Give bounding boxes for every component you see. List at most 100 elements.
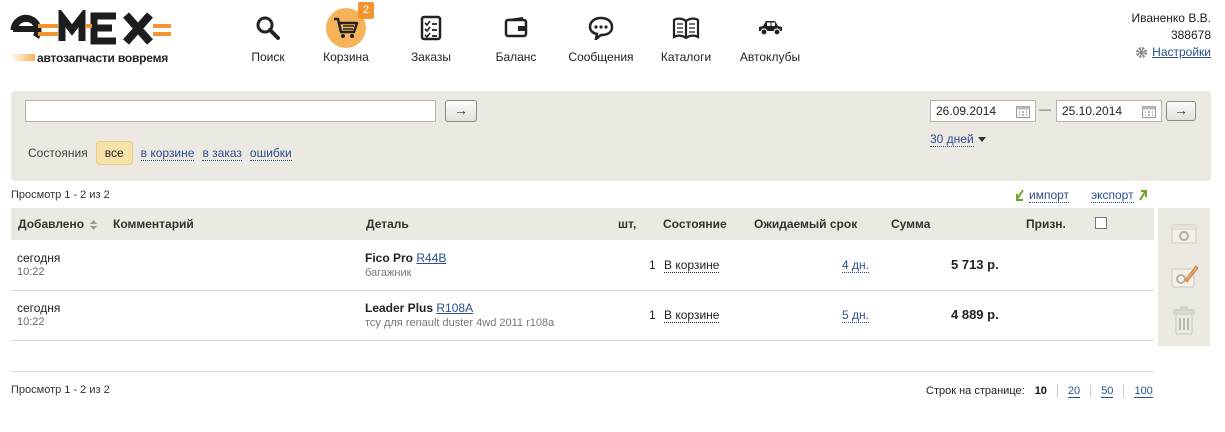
- message-icon: [581, 8, 621, 48]
- row-term[interactable]: 4 дн.: [842, 258, 869, 273]
- date-from-field[interactable]: 26.09.2014: [930, 100, 1036, 122]
- row-time: 10:22: [17, 316, 45, 328]
- page-size-selector: Строк на странице: 10 20 50 100: [926, 384, 1153, 398]
- row-description: багажник: [365, 267, 412, 279]
- col-state: Состояние: [663, 217, 727, 231]
- col-added[interactable]: Добавлено: [18, 217, 98, 231]
- row-state[interactable]: В корзине: [664, 258, 720, 273]
- col-qty: шт,: [618, 217, 637, 231]
- settings-link-label[interactable]: Настройки: [1152, 44, 1211, 61]
- nav-balance-label: Баланс: [495, 50, 537, 64]
- state-filter-errors[interactable]: ошибки: [249, 146, 292, 161]
- col-added-label: Добавлено: [18, 217, 85, 231]
- nav-cart-label: Корзина: [323, 50, 369, 64]
- period-dropdown[interactable]: 30 дней: [930, 132, 986, 147]
- user-id: 388678: [1170, 28, 1211, 42]
- footer-view-count: Просмотр 1 - 2 из 2: [11, 384, 110, 396]
- footer-divider: [11, 371, 1154, 372]
- nav-search[interactable]: Поиск: [228, 6, 308, 68]
- nav-balance[interactable]: Баланс: [476, 6, 556, 68]
- orders-icon: [411, 8, 451, 48]
- nav-orders-label: Заказы: [410, 50, 452, 64]
- nav-catalogs[interactable]: Каталоги: [646, 6, 726, 68]
- nav-autoclubs-label: Автоклубы: [739, 50, 801, 64]
- export-link-label[interactable]: экспорт: [1091, 188, 1134, 203]
- chevron-down-icon: [977, 137, 986, 142]
- nav-catalogs-label: Каталоги: [660, 50, 712, 64]
- row-term[interactable]: 5 дн.: [842, 308, 869, 323]
- import-arrow-icon: [1016, 190, 1024, 201]
- page-size-option[interactable]: 10: [1035, 385, 1047, 397]
- settings-link[interactable]: Настройки: [1135, 44, 1211, 61]
- col-comment: Комментарий: [113, 217, 194, 231]
- nav-orders[interactable]: Заказы: [391, 6, 471, 68]
- table-row[interactable]: сегодня 10:22 Leader Plus R108A тсу для …: [11, 291, 1154, 341]
- table-row[interactable]: сегодня 10:22 Fico Pro R44B багажник 1 В…: [11, 241, 1154, 291]
- page-size-option[interactable]: 20: [1067, 385, 1081, 398]
- row-state-label[interactable]: В корзине: [664, 308, 720, 323]
- book-icon: [666, 8, 706, 48]
- row-date: сегодня: [17, 251, 61, 265]
- nav-autoclubs[interactable]: Автоклубы: [730, 6, 810, 68]
- nav-messages-label: Сообщения: [568, 50, 634, 64]
- page-size-option[interactable]: 50: [1101, 385, 1114, 398]
- period-dropdown-label[interactable]: 30 дней: [930, 132, 974, 147]
- edit-comment-button[interactable]: [1167, 260, 1201, 294]
- row-sum: 4 889 р.: [951, 307, 999, 322]
- emex-logo-mark: [10, 6, 171, 45]
- select-all-checkbox[interactable]: [1095, 217, 1107, 229]
- row-time: 10:22: [17, 266, 45, 278]
- date-to-field[interactable]: 25.10.2014: [1056, 100, 1162, 122]
- row-state-label[interactable]: В корзине: [664, 258, 720, 273]
- row-part: Leader Plus R108A: [365, 301, 473, 315]
- add-to-order-button[interactable]: [1167, 216, 1201, 250]
- sort-icon: [90, 219, 98, 230]
- emex-cart-box-icon: [1171, 224, 1197, 244]
- divider: [1090, 384, 1092, 398]
- nav-messages[interactable]: Сообщения: [561, 6, 641, 68]
- row-term-link[interactable]: 5 дн.: [842, 308, 869, 323]
- page-size-option[interactable]: 100: [1134, 385, 1153, 398]
- calendar-icon[interactable]: [1142, 105, 1156, 118]
- table-header: Добавлено Комментарий Деталь шт, Состоян…: [11, 208, 1154, 240]
- date-from-value: 26.09.2014: [936, 104, 997, 118]
- car-icon: [750, 8, 790, 48]
- logo-tagline: автозапчасти вовремя: [37, 51, 169, 65]
- rows-per-page-label: Строк на странице:: [926, 385, 1025, 397]
- logo-stripe: [10, 54, 35, 61]
- calendar-icon[interactable]: [1016, 105, 1030, 118]
- search-input[interactable]: [25, 100, 436, 122]
- date-go-button[interactable]: →: [1166, 101, 1196, 121]
- emex-logo[interactable]: автозапчасти вовремя: [10, 6, 185, 66]
- export-link[interactable]: экспорт: [1091, 188, 1147, 203]
- row-state[interactable]: В корзине: [664, 308, 720, 323]
- row-description: тсу для renault duster 4wd 2011 r108a: [365, 317, 555, 329]
- view-count: Просмотр 1 - 2 из 2: [11, 189, 110, 201]
- row-sum: 5 713 р.: [951, 257, 999, 272]
- state-filter-all[interactable]: все: [95, 141, 133, 165]
- row-qty: 1: [649, 308, 656, 322]
- divider: [1123, 384, 1125, 398]
- col-sum: Сумма: [891, 217, 931, 231]
- delete-button[interactable]: [1167, 304, 1201, 338]
- wallet-icon: [496, 8, 536, 48]
- row-brand: Fico Pro: [365, 251, 414, 265]
- state-filter-to-order[interactable]: в заказ: [202, 146, 242, 161]
- search-go-button[interactable]: →: [445, 100, 477, 122]
- row-term-link[interactable]: 4 дн.: [842, 258, 869, 273]
- import-link[interactable]: импорт: [1016, 188, 1070, 203]
- user-panel: Иваненко В.В. 388678 Настройки: [1131, 10, 1211, 64]
- edit-note-icon: [1171, 265, 1199, 288]
- row-part-number-link[interactable]: R108A: [436, 301, 473, 315]
- nav-cart[interactable]: 2 Корзина: [306, 2, 386, 68]
- search-icon: [248, 8, 288, 48]
- export-arrow-icon: [1138, 190, 1147, 201]
- side-actions: [1158, 208, 1210, 346]
- state-filters: Состояния все в корзине в заказ ошибки: [28, 141, 292, 165]
- row-part: Fico Pro R44B: [365, 251, 446, 265]
- state-filter-in-cart[interactable]: в корзине: [140, 146, 195, 161]
- col-term: Ожидаемый срок: [754, 217, 858, 231]
- row-part-number-link[interactable]: R44B: [416, 251, 446, 265]
- import-link-label[interactable]: импорт: [1029, 188, 1070, 203]
- row-brand: Leader Plus: [365, 301, 434, 315]
